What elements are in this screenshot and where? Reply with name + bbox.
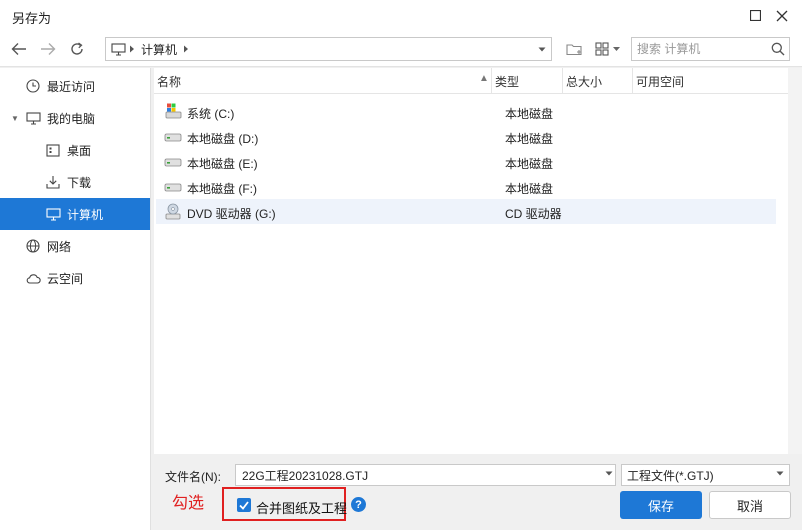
globe-icon (25, 238, 41, 254)
sidebar-item-label: 网络 (47, 239, 72, 254)
filename-label: 文件名(N): (165, 470, 221, 484)
sidebar-item-label: 计算机 (67, 207, 104, 222)
new-folder-icon (565, 44, 582, 56)
column-header-type[interactable]: 类型 (492, 68, 563, 94)
filename-combobox[interactable] (235, 464, 616, 486)
grid-view-icon (594, 42, 609, 56)
sidebar-item-downloads[interactable]: 下载 (0, 166, 150, 198)
sidebar-item-desktop[interactable]: 桌面 (0, 134, 150, 166)
sidebar-item-cloud[interactable]: 云空间 (0, 262, 150, 294)
refresh-button[interactable] (63, 31, 91, 67)
navigation-bar: 计算机 (0, 31, 802, 67)
help-icon[interactable]: ? (351, 497, 366, 512)
drive-type: CD 驱动器 (505, 207, 562, 221)
clock-icon (25, 78, 41, 94)
computer-icon (45, 206, 61, 222)
sidebar-item-computer[interactable]: 计算机 (0, 198, 150, 230)
sidebar-item-network[interactable]: 网络 (0, 230, 150, 262)
table-row[interactable]: 本地磁盘 (F:) 本地磁盘 (156, 174, 776, 199)
download-icon (45, 174, 61, 190)
merge-checkbox[interactable] (237, 498, 251, 512)
computer-icon (111, 42, 126, 56)
sidebar-item-recent[interactable]: 最近访问 (0, 70, 150, 102)
address-bar[interactable]: 计算机 (105, 37, 552, 61)
cloud-icon (25, 270, 41, 286)
view-mode-button[interactable] (591, 37, 623, 61)
forward-button[interactable] (34, 31, 62, 67)
drive-name: 本地磁盘 (D:) (187, 132, 259, 146)
cancel-button[interactable]: 取消 (709, 491, 791, 519)
table-row[interactable]: 系统 (C:) 本地磁盘 (156, 99, 776, 124)
new-folder-button[interactable] (563, 37, 585, 61)
filename-input[interactable] (236, 465, 596, 485)
address-path: 计算机 (141, 42, 178, 57)
table-row[interactable]: 本地磁盘 (D:) 本地磁盘 (156, 124, 776, 149)
close-icon (776, 10, 788, 21)
window-title: 另存为 (12, 11, 52, 26)
sidebar-item-my-computer[interactable]: ▼ 我的电脑 (0, 102, 150, 134)
chevron-right-icon (130, 45, 134, 53)
drive-icon (164, 178, 182, 194)
chevron-down-icon (776, 471, 784, 476)
filetype-value: 工程文件(*.GTJ) (627, 468, 714, 483)
arrow-left-icon (11, 43, 26, 55)
sidebar-item-label: 下载 (67, 175, 92, 190)
sidebar-item-label: 最近访问 (47, 79, 96, 94)
drive-name: 系统 (C:) (187, 107, 235, 121)
chevron-down-icon[interactable] (605, 471, 613, 476)
chevron-right-icon (184, 45, 189, 53)
expand-arrow-icon[interactable]: ▼ (11, 114, 19, 123)
monitor-icon (25, 110, 41, 126)
chevron-down-icon (538, 47, 546, 51)
maximize-button[interactable] (743, 0, 767, 31)
drive-type: 本地磁盘 (505, 107, 554, 121)
windows-drive-icon (164, 103, 182, 119)
drive-type: 本地磁盘 (505, 157, 554, 171)
title-bar: 另存为 (0, 0, 802, 31)
column-header: 名称 ▲ 类型 总大小 可用空间 (154, 68, 788, 94)
drive-name: DVD 驱动器 (G:) (187, 207, 276, 221)
address-dropdown-button[interactable] (533, 38, 551, 60)
maximize-icon (749, 10, 761, 21)
column-header-free-space[interactable]: 可用空间 (633, 68, 788, 94)
table-row[interactable]: 本地磁盘 (E:) 本地磁盘 (156, 149, 776, 174)
annotation-text: 勾选 (172, 495, 205, 512)
drive-name: 本地磁盘 (F:) (187, 182, 257, 196)
filetype-select[interactable]: 工程文件(*.GTJ) (621, 464, 790, 486)
sort-ascending-icon: ▲ (479, 73, 489, 84)
drive-type: 本地磁盘 (505, 182, 554, 196)
drive-icon (164, 153, 182, 169)
column-header-size[interactable]: 总大小 (563, 68, 633, 94)
file-list: 名称 ▲ 类型 总大小 可用空间 系统 (C:) 本地磁盘 本地磁盘 (D:) … (154, 68, 788, 454)
sidebar-item-label: 我的电脑 (47, 111, 96, 126)
column-header-name[interactable]: 名称 (154, 68, 492, 94)
back-button[interactable] (5, 31, 33, 67)
table-row[interactable]: DVD 驱动器 (G:) CD 驱动器 (156, 199, 776, 224)
dvd-icon (164, 203, 182, 220)
sidebar: 最近访问 ▼ 我的电脑 桌面 下载 计算机 网络 云空间 (0, 68, 151, 530)
sidebar-item-label: 云空间 (47, 271, 84, 286)
drive-icon (164, 128, 182, 144)
drive-type: 本地磁盘 (505, 132, 554, 146)
drive-name: 本地磁盘 (E:) (187, 157, 258, 171)
search-box[interactable] (631, 37, 790, 61)
refresh-icon (71, 42, 83, 55)
vertical-scrollbar[interactable] (788, 68, 802, 454)
chevron-down-icon (612, 47, 620, 51)
sidebar-item-label: 桌面 (67, 143, 92, 158)
search-icon (771, 42, 785, 56)
merge-checkbox-label[interactable]: 合并图纸及工程 (256, 498, 347, 517)
save-panel: 文件名(N): 工程文件(*.GTJ) 勾选 合并图纸及工程 ? 保存 取消 (154, 455, 802, 530)
desktop-icon (45, 142, 61, 158)
checkmark-icon (239, 500, 249, 510)
close-button[interactable] (770, 0, 794, 31)
arrow-right-icon (41, 43, 56, 55)
search-input[interactable] (632, 38, 762, 60)
save-button[interactable]: 保存 (620, 491, 702, 519)
